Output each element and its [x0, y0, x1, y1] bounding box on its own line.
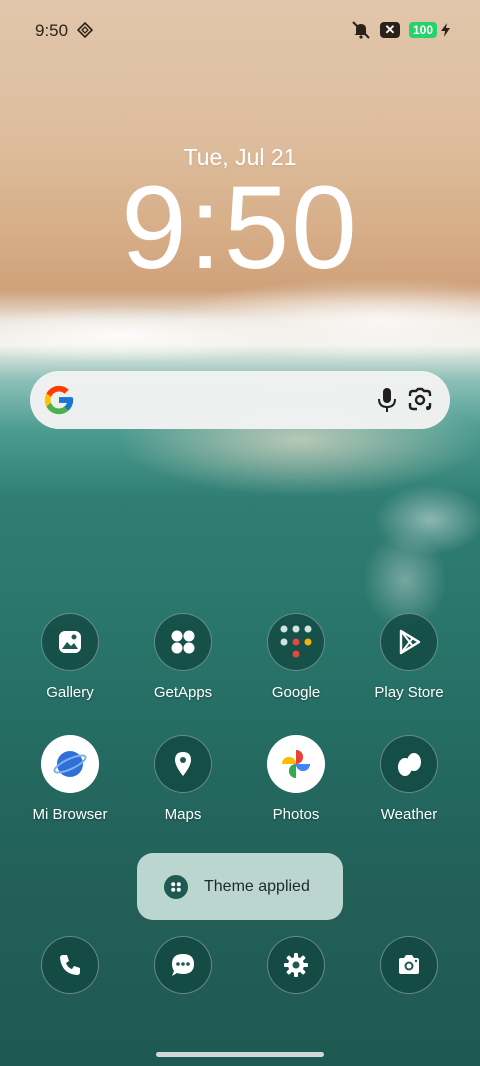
app-label: Mi Browser — [32, 806, 108, 823]
maps-icon — [154, 735, 212, 793]
play-store-icon — [380, 613, 438, 671]
getapps-icon — [154, 613, 212, 671]
home-indicator[interactable] — [156, 1052, 324, 1057]
clock-widget[interactable]: 9:50 — [0, 168, 480, 288]
camera-icon — [399, 955, 419, 974]
status-bar: 9:50 ✕ 100 — [0, 0, 480, 62]
mute-vibrate-icon — [352, 21, 370, 39]
app-label: GetApps — [153, 684, 213, 701]
google-search-bar[interactable] — [30, 371, 450, 429]
app-label: Weather — [380, 806, 438, 823]
toast-theme-applied: Theme applied — [137, 853, 343, 920]
status-icons: ✕ 100 — [351, 20, 450, 40]
app-label: Play Store — [374, 684, 444, 701]
app-maps[interactable]: Maps — [128, 735, 238, 823]
app-label: Photos — [272, 806, 320, 823]
mi-browser-icon — [41, 735, 99, 793]
battery-icon: 100 — [408, 22, 437, 38]
phone-icon — [60, 955, 80, 975]
app-play-store[interactable]: Play Store — [354, 613, 464, 701]
dock-settings[interactable] — [267, 936, 325, 994]
app-gallery[interactable]: Gallery — [15, 613, 125, 701]
google-folder-icon — [267, 613, 325, 671]
app-label: Gallery — [46, 684, 94, 701]
app-mi-browser[interactable]: Mi Browser — [15, 735, 125, 823]
dock-phone[interactable] — [41, 936, 99, 994]
dock-messages[interactable] — [154, 936, 212, 994]
gallery-icon — [41, 613, 99, 671]
mode-diamond-icon — [77, 22, 93, 38]
microphone-icon[interactable] — [375, 386, 399, 414]
app-google-folder[interactable]: Google — [241, 613, 351, 701]
dock-camera[interactable] — [380, 936, 438, 994]
app-label: Maps — [164, 806, 202, 823]
app-getapps[interactable]: GetApps — [128, 613, 238, 701]
theme-icon — [164, 874, 188, 899]
status-time: 9:50 — [35, 21, 69, 40]
settings-icon — [284, 953, 308, 977]
app-label: Google — [271, 684, 321, 701]
app-weather[interactable]: Weather — [354, 735, 464, 823]
x-badge-icon: ✕ — [379, 22, 400, 38]
charging-bolt-icon — [441, 23, 450, 37]
toast-text: Theme applied — [204, 877, 310, 895]
weather-icon — [380, 735, 438, 793]
google-g-icon — [44, 385, 74, 415]
messages-icon — [172, 954, 194, 976]
google-lens-icon[interactable] — [406, 387, 434, 413]
app-photos[interactable]: Photos — [241, 735, 351, 823]
photos-icon — [267, 735, 325, 793]
